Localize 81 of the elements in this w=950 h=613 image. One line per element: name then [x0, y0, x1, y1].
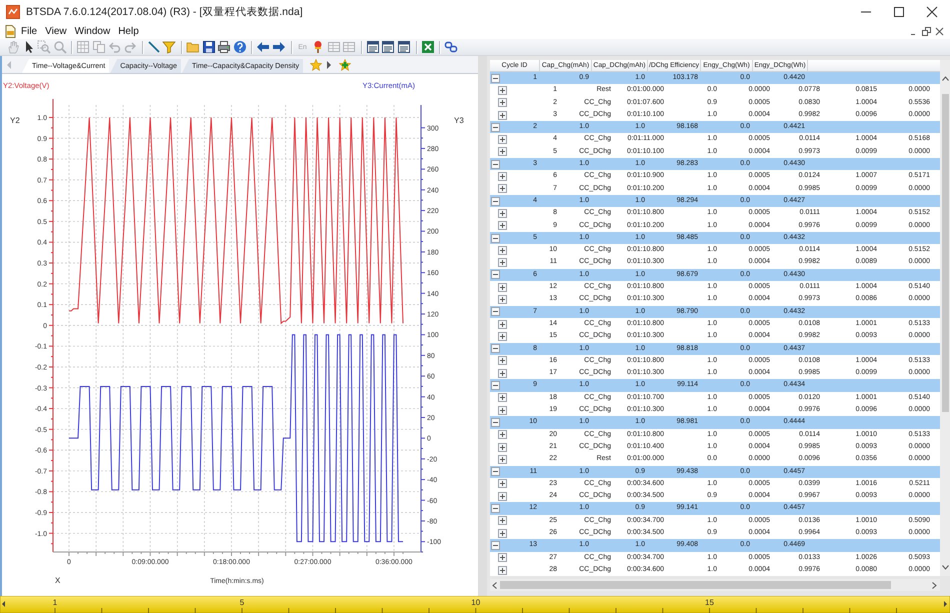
expand-toggle[interactable]: [498, 406, 507, 415]
menu-item[interactable]: View: [45, 26, 67, 37]
collapse-toggle[interactable]: [491, 122, 500, 132]
collapse-toggle[interactable]: [491, 160, 500, 169]
collapse-toggle[interactable]: [491, 381, 500, 390]
ruler-label: 10: [471, 598, 480, 607]
ruler-label: 15: [705, 598, 714, 607]
document-icon: [5, 25, 16, 38]
menu-item[interactable]: Help: [118, 26, 139, 37]
expand-toggle[interactable]: [498, 221, 507, 230]
scroll-down-icon[interactable]: [942, 565, 948, 570]
expand-toggle[interactable]: [498, 184, 507, 194]
menu-item[interactable]: Window: [74, 26, 110, 37]
menu-item[interactable]: File: [21, 26, 38, 37]
collapse-toggle[interactable]: [491, 418, 500, 427]
close-icon[interactable]: [935, 27, 944, 36]
scrollbar-thumb[interactable]: [500, 581, 891, 590]
scrollbar-thumb[interactable]: [942, 94, 948, 412]
right-arrow-icon[interactable]: [272, 40, 286, 54]
window-title: BTSDA 7.6.0.124(2017.08.04) (R3) - [双量程代表数据.nda]: [26, 5, 304, 19]
expand-toggle[interactable]: [498, 294, 507, 304]
expand-toggle[interactable]: [498, 208, 507, 218]
axis-name: Y2: [10, 116, 20, 125]
expand-toggle[interactable]: [498, 172, 507, 182]
restore-icon[interactable]: [922, 27, 931, 36]
collapse-toggle[interactable]: [491, 307, 500, 316]
plus-star-icon[interactable]: [339, 58, 352, 70]
scroll-up-icon[interactable]: [942, 76, 948, 81]
list-icon[interactable]: [381, 40, 396, 54]
collapse-toggle[interactable]: [491, 467, 500, 476]
expand-toggle[interactable]: [498, 368, 507, 378]
expand-toggle[interactable]: [498, 492, 507, 501]
collapse-toggle[interactable]: [491, 344, 500, 354]
expand-toggle[interactable]: [498, 135, 507, 144]
scroll-right-icon[interactable]: [944, 601, 947, 607]
expand-toggle[interactable]: [498, 320, 507, 329]
expand-toggle[interactable]: [498, 454, 507, 464]
collapse-toggle[interactable]: [491, 234, 500, 242]
spreadsheet-icon[interactable]: [420, 40, 435, 54]
collapse-toggle[interactable]: [491, 504, 500, 514]
expand-toggle[interactable]: [498, 282, 507, 292]
printer-icon[interactable]: [217, 40, 232, 54]
expand-toggle[interactable]: [498, 86, 507, 95]
expand-toggle[interactable]: [498, 258, 507, 268]
star-icon[interactable]: [310, 58, 322, 70]
link-icon[interactable]: [444, 40, 458, 54]
expand-toggle[interactable]: [498, 246, 507, 255]
axis-name: Y3: [454, 116, 464, 125]
expand-toggle[interactable]: [498, 98, 507, 108]
ruler-label: 5: [240, 598, 244, 607]
expand-toggle[interactable]: [498, 147, 507, 156]
left-arrow-icon[interactable]: [256, 40, 270, 54]
help-icon[interactable]: [232, 40, 247, 54]
vertical-scrollbar[interactable]: [940, 60, 950, 576]
expand-toggle[interactable]: [498, 528, 507, 538]
scroll-left-icon[interactable]: [492, 582, 497, 589]
collapse-toggle[interactable]: [491, 270, 500, 280]
list-icon[interactable]: [366, 40, 380, 54]
expand-toggle[interactable]: [498, 553, 507, 562]
expand-toggle[interactable]: [498, 566, 507, 575]
scroll-left-icon[interactable]: [2, 601, 5, 607]
expand-toggle[interactable]: [498, 516, 507, 526]
collapse-toggle[interactable]: [491, 540, 500, 550]
axis-name: X: [55, 576, 60, 585]
collapse-toggle[interactable]: [491, 196, 500, 206]
expand-toggle[interactable]: [498, 430, 507, 440]
horizontal-scrollbar[interactable]: [490, 579, 940, 592]
expand-toggle[interactable]: [498, 332, 507, 341]
save-icon[interactable]: [202, 40, 216, 54]
list-icon[interactable]: [397, 40, 412, 54]
expand-toggle[interactable]: [498, 479, 507, 488]
expand-toggle[interactable]: [498, 110, 507, 120]
expand-toggle[interactable]: [498, 442, 507, 452]
line-icon[interactable]: [146, 40, 161, 54]
expand-toggle[interactable]: [498, 356, 507, 366]
scroll-right-icon[interactable]: [327, 60, 332, 68]
ruler-label: 1: [52, 598, 58, 607]
collapse-toggle[interactable]: [491, 74, 500, 83]
scroll-right-icon[interactable]: [932, 582, 937, 589]
app-icon: [6, 5, 20, 19]
expand-toggle[interactable]: [498, 393, 507, 402]
